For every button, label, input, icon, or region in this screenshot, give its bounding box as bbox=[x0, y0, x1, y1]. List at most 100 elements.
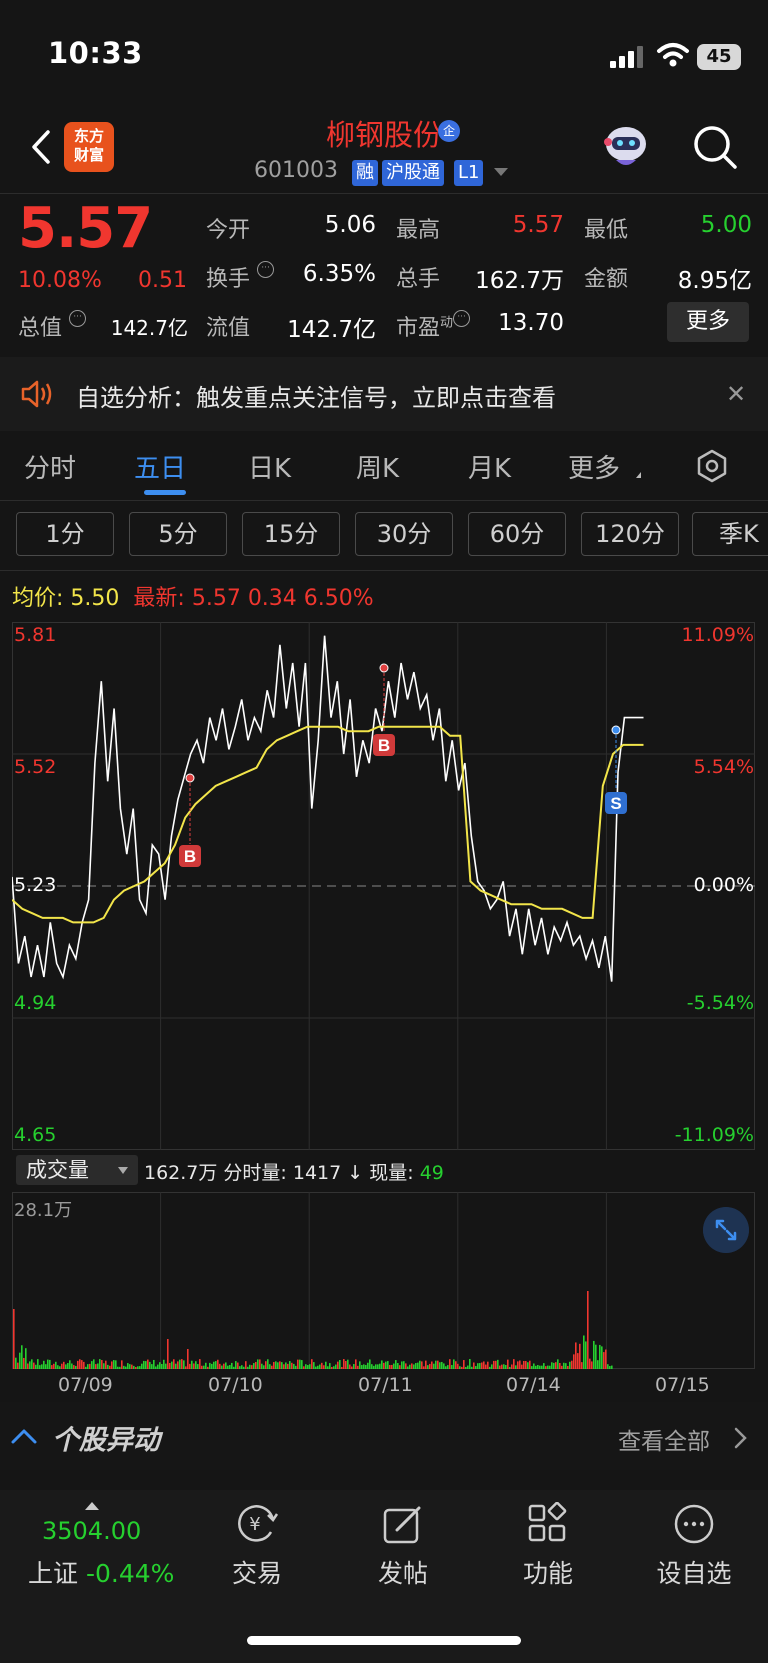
buy-marker-1[interactable]: B bbox=[179, 773, 201, 867]
info-dot-icon[interactable]: ··· bbox=[453, 310, 471, 327]
stock-name[interactable]: 柳钢股份 bbox=[0, 112, 768, 154]
volume-bar bbox=[67, 1363, 69, 1369]
nav-add-watchlist[interactable]: 设自选 bbox=[644, 1554, 744, 1590]
date-label-2: 07/10 bbox=[208, 1374, 263, 1396]
search-icon[interactable] bbox=[692, 124, 738, 170]
volume-bar bbox=[167, 1339, 169, 1369]
date-label-1: 07/09 bbox=[58, 1374, 113, 1396]
more-options-icon[interactable] bbox=[672, 1502, 716, 1546]
volume-bar bbox=[375, 1364, 377, 1369]
price-line bbox=[12, 635, 644, 982]
robot-assistant-icon[interactable] bbox=[600, 122, 652, 172]
volume-bar bbox=[171, 1361, 173, 1369]
pe-label: 市盈动 ··· bbox=[396, 310, 471, 342]
volume-bar bbox=[345, 1360, 347, 1369]
index-ticker[interactable]: 上证 -0.44% bbox=[28, 1554, 174, 1590]
volume-bar bbox=[209, 1362, 211, 1369]
change-percent: 10.08% bbox=[18, 268, 102, 293]
volume-bar bbox=[363, 1364, 365, 1369]
volume-bar bbox=[409, 1364, 411, 1369]
volume-bar bbox=[421, 1361, 423, 1369]
period-5min[interactable]: 5分 bbox=[129, 512, 227, 556]
expand-icon[interactable] bbox=[703, 1207, 749, 1253]
mktcap-label: 总值 ··· bbox=[18, 310, 87, 342]
volume-bar bbox=[157, 1364, 159, 1369]
volume-bar bbox=[77, 1360, 79, 1369]
pct-axis-top: 11.09% bbox=[681, 624, 754, 646]
volume-bar bbox=[313, 1362, 315, 1369]
index-value[interactable]: 3504.00 bbox=[42, 1517, 141, 1545]
banner-text[interactable]: 自选分析：触发重点关注信号，立即点击查看 bbox=[76, 378, 556, 413]
volume-bar bbox=[403, 1361, 405, 1369]
nav-trade[interactable]: 交易 bbox=[207, 1554, 307, 1590]
volume-bar bbox=[353, 1364, 355, 1369]
volume-bar bbox=[305, 1364, 307, 1369]
pct-axis-mid: 0.00% bbox=[693, 874, 754, 896]
volume-bar bbox=[129, 1364, 131, 1369]
info-dot-icon[interactable]: ··· bbox=[69, 310, 87, 327]
volume-bar bbox=[335, 1364, 337, 1369]
gear-icon[interactable] bbox=[694, 448, 730, 484]
volume-bar bbox=[221, 1365, 223, 1369]
chevron-up-icon[interactable] bbox=[10, 1426, 38, 1446]
volume-bar bbox=[103, 1363, 105, 1369]
period-quarter-k[interactable]: 季K bbox=[692, 512, 768, 556]
volume-bar bbox=[333, 1366, 335, 1369]
volume-bar bbox=[395, 1360, 397, 1369]
period-60min[interactable]: 60分 bbox=[468, 512, 566, 556]
open-label: 今开 bbox=[206, 218, 251, 243]
more-button[interactable]: 更多 bbox=[667, 302, 749, 342]
volume-bar bbox=[447, 1365, 449, 1369]
volume-bar bbox=[479, 1363, 481, 1369]
current-volume: 49 bbox=[419, 1162, 444, 1184]
chevron-right-icon[interactable] bbox=[732, 1426, 748, 1450]
volume-bar bbox=[175, 1363, 177, 1369]
volume-bar bbox=[109, 1365, 111, 1369]
tab-monthly-k[interactable]: 月K bbox=[468, 448, 511, 485]
volume-bar bbox=[141, 1363, 143, 1369]
volume-bar bbox=[27, 1363, 29, 1369]
nav-functions[interactable]: 功能 bbox=[498, 1554, 598, 1590]
tab-intraday[interactable]: 分时 bbox=[24, 448, 76, 485]
volume-bar bbox=[475, 1366, 477, 1369]
volume-bar bbox=[547, 1365, 549, 1369]
volume-bar bbox=[533, 1363, 535, 1369]
volume-bar bbox=[481, 1362, 483, 1369]
volume-bar bbox=[503, 1364, 505, 1369]
index-expand-arrow-icon[interactable] bbox=[85, 1502, 99, 1510]
period-1min[interactable]: 1分 bbox=[16, 512, 114, 556]
period-30min[interactable]: 30分 bbox=[355, 512, 453, 556]
volume-bar bbox=[523, 1360, 525, 1369]
tab-five-day[interactable]: 五日 bbox=[134, 448, 186, 485]
volume-bar bbox=[149, 1361, 151, 1369]
five-day-price-chart[interactable]: B B S bbox=[12, 622, 755, 1150]
trade-icon[interactable]: ¥ bbox=[235, 1502, 279, 1546]
info-dot-icon[interactable]: ··· bbox=[257, 261, 275, 278]
volume-bar bbox=[587, 1291, 589, 1369]
volume-bar bbox=[19, 1352, 21, 1369]
nav-post[interactable]: 发帖 bbox=[353, 1554, 453, 1590]
volume-bar bbox=[293, 1363, 295, 1369]
close-icon[interactable]: ✕ bbox=[726, 380, 746, 408]
volume-bar bbox=[543, 1363, 545, 1369]
period-120min[interactable]: 120分 bbox=[581, 512, 679, 556]
chevron-down-icon[interactable] bbox=[494, 168, 508, 176]
pe-label-text: 市盈 bbox=[396, 316, 441, 341]
functions-icon[interactable] bbox=[526, 1502, 570, 1546]
period-15min[interactable]: 15分 bbox=[242, 512, 340, 556]
float-value: 142.7亿 bbox=[287, 317, 376, 343]
tab-more[interactable]: 更多 bbox=[568, 448, 620, 485]
volume-bar bbox=[331, 1366, 333, 1369]
tag-connect: 沪股通 bbox=[382, 160, 444, 186]
tab-daily-k[interactable]: 日K bbox=[248, 448, 291, 485]
volume-bar bbox=[469, 1359, 471, 1369]
tab-weekly-k[interactable]: 周K bbox=[356, 448, 399, 485]
volume-bar bbox=[21, 1345, 23, 1369]
volume-bar bbox=[569, 1361, 571, 1369]
volume-bar bbox=[181, 1359, 183, 1369]
volume-bar bbox=[555, 1362, 557, 1369]
volume-chart[interactable] bbox=[12, 1192, 755, 1369]
view-all-link[interactable]: 查看全部 bbox=[618, 1422, 710, 1456]
volume-bar bbox=[383, 1362, 385, 1369]
post-icon[interactable] bbox=[381, 1502, 425, 1546]
